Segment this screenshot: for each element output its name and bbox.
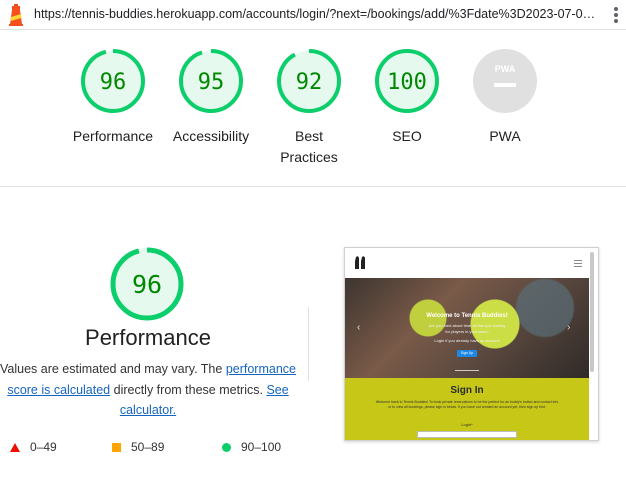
gauge-accessibility[interactable]: 95 Accessibility (161, 48, 261, 147)
gauge-seo[interactable]: 100 SEO (357, 48, 457, 147)
pwa-badge-text: PWA (495, 64, 516, 74)
url-bar: https://tennis-buddies.herokuapp.com/acc… (0, 0, 626, 30)
final-screenshot-thumbnail[interactable]: ‹ › Welcome to Tennis Buddies! Are you t… (344, 247, 599, 441)
lighthouse-icon (9, 4, 23, 26)
legend-average-range: 50–89 (131, 440, 165, 454)
thumbnail-scrollbar (590, 252, 594, 372)
accessibility-score: 95 (198, 70, 225, 95)
more-menu-icon[interactable] (611, 6, 621, 26)
seo-score: 100 (387, 70, 427, 95)
triangle-icon (10, 443, 20, 453)
performance-score: 96 (100, 70, 127, 95)
site-logo-icon (355, 256, 365, 269)
performance-detail-score: 96 (132, 270, 162, 299)
pwa-label: PWA (489, 128, 521, 144)
performance-gauge-ring: 96 (81, 49, 145, 113)
legend-average: 50–89 (112, 438, 164, 456)
desc-text-1: Values are estimated and may vary. The (0, 362, 226, 376)
thumbnail-navbar (345, 248, 589, 278)
best-practices-label-line1: Best (294, 128, 323, 144)
thumbnail-signin-section: Sign In Welcome back to Tennis Buddies! … (345, 378, 589, 440)
signin-title: Sign In (450, 385, 484, 396)
score-legend: 0–49 50–89 90–100 (10, 438, 310, 458)
desc-text-2: directly from these metrics. (110, 382, 267, 397)
legend-fail: 0–49 (10, 438, 57, 456)
circle-icon (222, 443, 231, 453)
thumbnail-hero: ‹ › Welcome to Tennis Buddies! Are you t… (345, 278, 589, 378)
hero-line-3: Login if you already have an account (434, 338, 500, 343)
seo-gauge-ring: 100 (375, 49, 439, 113)
signin-login-label: Login* (461, 422, 473, 427)
performance-detail-gauge: 96 (110, 247, 184, 321)
signin-login-field (417, 431, 517, 438)
section-divider (0, 186, 626, 187)
gauge-pwa[interactable]: PWA PWA (455, 48, 555, 147)
hero-line-2: for players in your area? (445, 329, 489, 334)
gauge-performance[interactable]: 96 Performance (63, 48, 163, 147)
best-practices-label-line2: Practices (280, 149, 338, 165)
gauge-best-practices[interactable]: 92 Best Practices (259, 48, 359, 168)
hero-line-1: Are you tired about time off fine just l… (428, 323, 506, 328)
legend-fail-range: 0–49 (30, 440, 57, 454)
legend-pass-range: 90–100 (241, 440, 282, 454)
carousel-indicator (455, 370, 479, 371)
best-practices-gauge-ring: 92 (277, 49, 341, 113)
vertical-divider (308, 307, 309, 381)
accessibility-gauge-ring: 95 (179, 49, 243, 113)
best-practices-score: 92 (296, 70, 323, 95)
category-gauges: 96 Performance 95 Accessibility 92 Best … (0, 48, 626, 178)
best-practices-label: Best Practices (259, 126, 359, 168)
square-icon (112, 443, 121, 453)
hero-signup-button: Sign Up (457, 350, 477, 357)
performance-description: Values are estimated and may vary. The p… (0, 359, 296, 421)
performance-detail-title: Performance (85, 325, 211, 350)
seo-label: SEO (392, 128, 422, 144)
hero-title: Welcome to Tennis Buddies! (426, 313, 508, 319)
legend-pass: 90–100 (222, 438, 281, 456)
accessibility-label: Accessibility (172, 128, 250, 144)
url-text[interactable]: https://tennis-buddies.herokuapp.com/acc… (34, 7, 600, 21)
pwa-badge-icon: PWA (473, 49, 537, 113)
hamburger-icon (574, 260, 582, 269)
signin-text: Welcome back to Tennis Buddies! To book … (375, 400, 559, 409)
performance-label: Performance (72, 128, 154, 144)
